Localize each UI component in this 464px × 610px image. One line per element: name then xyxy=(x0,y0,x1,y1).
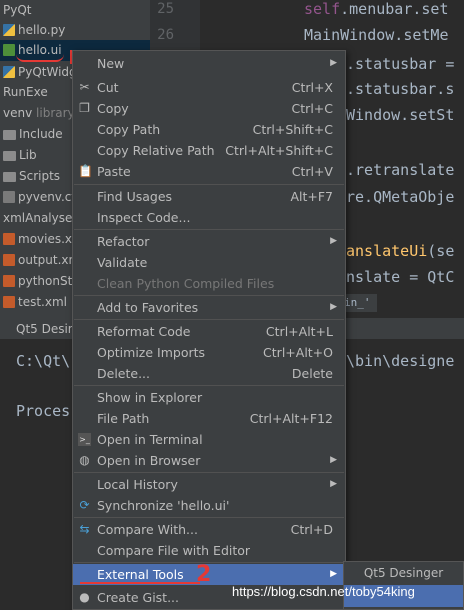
xml-file-icon xyxy=(3,275,15,287)
menu-item-copy[interactable]: ❐ Copy Ctrl+C xyxy=(73,98,345,119)
code-line: .statusbar.s xyxy=(346,80,455,98)
xml-file-icon xyxy=(3,296,15,308)
code-line: .retranslate xyxy=(346,161,455,179)
red-underline-mark xyxy=(16,54,64,62)
menu-item-show-in-explorer[interactable]: Show in Explorer xyxy=(73,387,345,408)
folder-icon xyxy=(3,151,16,161)
menu-item-cut[interactable]: ✂ Cut Ctrl+X xyxy=(73,77,345,98)
menu-item-open-in-terminal[interactable]: >_ Open in Terminal xyxy=(73,429,345,450)
submenu-arrow-icon: ▶ xyxy=(330,302,337,312)
code-line: nslate = QtC xyxy=(346,268,455,286)
menu-item-add-to-favorites[interactable]: Add to Favorites ▶ xyxy=(73,297,345,318)
menu-item-validate[interactable]: Validate xyxy=(73,252,345,273)
menu-item-open-in-browser[interactable]: ◍ Open in Browser ▶ xyxy=(73,450,345,471)
github-icon: ● xyxy=(79,590,90,604)
code-line: MainWindow.setMe xyxy=(304,26,449,44)
menu-separator xyxy=(74,295,344,296)
menu-separator xyxy=(74,319,344,320)
line-number: 26 xyxy=(157,27,174,43)
compare-icon: ⇆ xyxy=(79,522,90,536)
tree-item-pyqtwidg[interactable]: PyQtWidg xyxy=(3,62,77,83)
menu-item-refactor[interactable]: Refactor ▶ xyxy=(73,231,345,252)
menu-item-reformat-code[interactable]: Reformat Code Ctrl+Alt+L xyxy=(73,321,345,342)
code-line: anslateUi(se xyxy=(346,242,455,260)
code-line: Window.setSt xyxy=(346,106,455,124)
globe-icon: ◍ xyxy=(79,453,90,467)
red-annotation-1 xyxy=(60,50,72,64)
xml-file-icon xyxy=(3,254,15,266)
code-line: self.menubar.set xyxy=(304,0,449,18)
watermark: https://blog.csdn.net/toby54king xyxy=(232,584,415,599)
tree-item-output[interactable]: output.xm xyxy=(3,250,80,271)
menu-item-new[interactable]: New ▶ xyxy=(73,53,345,74)
submenu-arrow-icon: ▶ xyxy=(330,479,337,489)
menu-item-copy-relative-path[interactable]: Copy Relative Path Ctrl+Alt+Shift+C xyxy=(73,140,345,161)
config-file-icon xyxy=(3,191,15,203)
code-line: .statusbar = xyxy=(346,55,455,73)
menu-item-clean-python-compiled: Clean Python Compiled Files xyxy=(97,276,275,291)
submenu-arrow-icon: ▶ xyxy=(330,455,337,465)
tree-item-include[interactable]: Include xyxy=(3,124,63,145)
submenu-arrow-icon: ▶ xyxy=(330,236,337,246)
menu-separator xyxy=(74,184,344,185)
tree-item-xmlanalyse[interactable]: xmlAnalyse xyxy=(3,208,72,229)
tree-item-lib[interactable]: Lib xyxy=(3,145,37,166)
code-line: re.QMetaObje xyxy=(346,188,455,206)
tree-item-pyqt[interactable]: PyQt xyxy=(3,0,32,21)
python-file-icon xyxy=(3,66,15,78)
menu-separator xyxy=(74,229,344,230)
sync-icon: ⟳ xyxy=(79,498,90,512)
menu-separator xyxy=(74,517,344,518)
menu-item-local-history[interactable]: Local History ▶ xyxy=(73,474,345,495)
menu-item-compare-file-with-editor[interactable]: Compare File with Editor xyxy=(73,540,345,561)
paste-icon: 📋 xyxy=(78,164,93,178)
menu-item-delete[interactable]: Delete... Delete xyxy=(73,363,345,384)
tree-item-test-xml[interactable]: test.xml xyxy=(3,292,67,313)
menu-item-compare-with[interactable]: ⇆ Compare With... Ctrl+D xyxy=(73,519,345,540)
log-line: C:\Qt\ xyxy=(16,352,71,370)
folder-icon xyxy=(3,172,16,182)
terminal-icon: >_ xyxy=(78,433,91,446)
line-number: 25 xyxy=(157,1,174,17)
copy-icon: ❐ xyxy=(79,101,90,115)
scissors-icon: ✂ xyxy=(79,80,90,94)
menu-item-find-usages[interactable]: Find Usages Alt+F7 xyxy=(73,186,345,207)
tree-item-venv[interactable]: venv library xyxy=(3,103,75,124)
xml-file-icon xyxy=(3,233,15,245)
menu-item-inspect-code[interactable]: Inspect Code... xyxy=(73,207,345,228)
menu-item-paste[interactable]: 📋 Paste Ctrl+V xyxy=(73,161,345,182)
menu-item-optimize-imports[interactable]: Optimize Imports Ctrl+Alt+O xyxy=(73,342,345,363)
submenu-arrow-icon: ▶ xyxy=(330,569,337,579)
submenu-arrow-icon: ▶ xyxy=(330,58,337,68)
ui-file-icon xyxy=(3,44,15,56)
context-menu: New ▶ ✂ Cut Ctrl+X ❐ Copy Ctrl+C Copy Path Ctr… xyxy=(72,50,346,610)
python-file-icon xyxy=(3,24,15,36)
folder-icon xyxy=(3,130,16,140)
menu-item-file-path[interactable]: File Path Ctrl+Alt+F12 xyxy=(73,408,345,429)
submenu-item-qt5-designer[interactable]: Qt5 Desinger xyxy=(344,562,463,584)
log-line: \bin\designe xyxy=(346,352,455,370)
log-line: Proces xyxy=(16,402,71,420)
red-underline-external-tools xyxy=(80,580,200,584)
tree-item-runexe[interactable]: RunExe xyxy=(3,82,48,103)
tree-item-pyvenv[interactable]: pyvenv.cf xyxy=(3,187,76,208)
tree-item-scripts[interactable]: Scripts xyxy=(3,166,60,187)
tree-item-pythonsta[interactable]: pythonSta xyxy=(3,271,80,292)
menu-item-copy-path[interactable]: Copy Path Ctrl+Shift+C xyxy=(73,119,345,140)
menu-separator xyxy=(74,385,344,386)
menu-item-synchronize[interactable]: ⟳ Synchronize 'hello.ui' xyxy=(73,495,345,516)
tree-item-hello-py[interactable]: hello.py xyxy=(3,20,65,41)
menu-separator xyxy=(74,472,344,473)
